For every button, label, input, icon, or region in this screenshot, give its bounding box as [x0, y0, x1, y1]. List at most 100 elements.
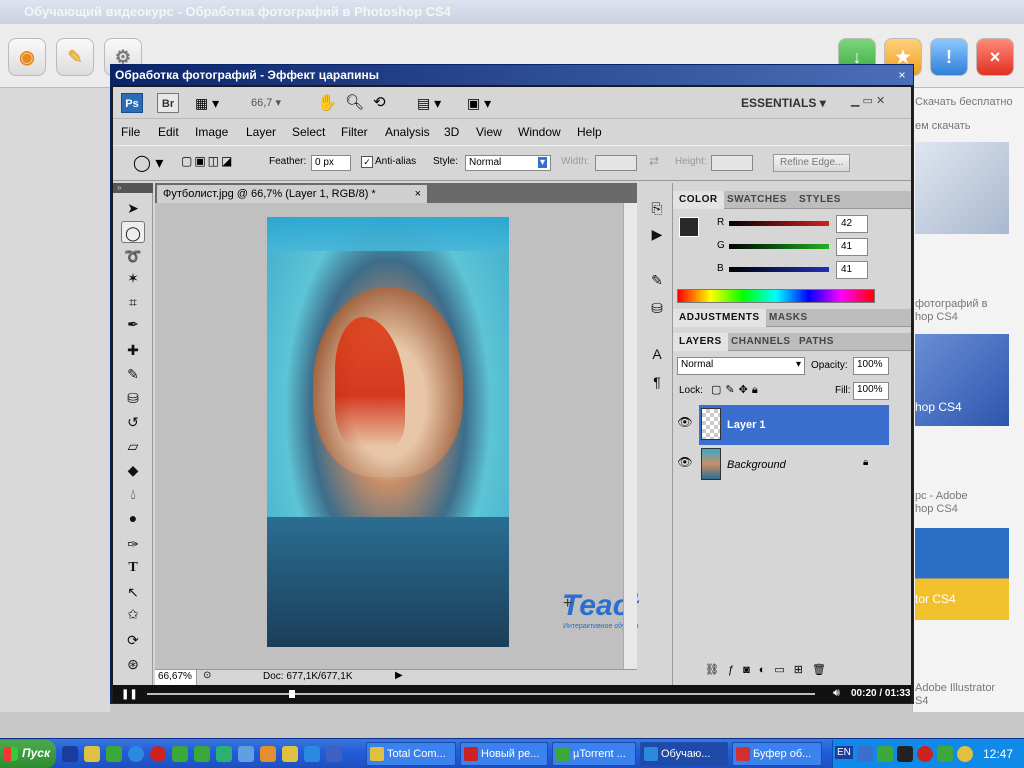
blur-tool-icon[interactable]: 💧︎	[121, 483, 145, 505]
volume-icon[interactable]: 🔊︎	[833, 687, 840, 700]
document-canvas[interactable]: TeachVideo Интерактивное обучающее телев…	[155, 203, 728, 669]
quicklaunch-icon[interactable]	[106, 746, 122, 762]
screen-mode-icon[interactable]: ▣ ▾	[467, 95, 491, 112]
arrange-documents-icon[interactable]: ▤ ▾	[417, 95, 441, 112]
course-thumbnail[interactable]: tor CS4	[915, 528, 1009, 620]
menu-3d[interactable]: 3D	[444, 125, 459, 139]
antialias-checkbox[interactable]: ✓	[361, 156, 373, 168]
swap-icon[interactable]: ⇄	[649, 154, 659, 168]
show-desktop-icon[interactable]	[62, 746, 78, 762]
layer-row[interactable]: Layer 1	[699, 405, 889, 445]
side-text[interactable]: фотографий в	[915, 298, 987, 310]
tab-masks[interactable]: MASKS	[763, 309, 814, 327]
tab-paths[interactable]: PATHS	[793, 333, 840, 351]
pencil-icon[interactable]: ✎	[56, 38, 94, 76]
hand-icon[interactable]: ✋	[317, 93, 337, 113]
rss-icon[interactable]: ◉	[8, 38, 46, 76]
network-icon[interactable]	[857, 746, 873, 762]
channel-g-value[interactable]: 41	[836, 238, 868, 256]
selection-mode-icons[interactable]: ▢▣◫◪	[181, 154, 234, 168]
rotate-view-icon[interactable]: ⟲	[373, 93, 386, 111]
brush-tool-icon[interactable]: ✎	[121, 363, 145, 385]
quicklaunch-icon[interactable]	[84, 746, 100, 762]
slider-r[interactable]	[729, 221, 829, 226]
view-extras-icon[interactable]: ▦ ▾	[195, 95, 219, 112]
start-button[interactable]: Пуск	[0, 740, 56, 768]
lock-icons[interactable]: ▢✎✥🔒︎	[711, 383, 762, 397]
quicklaunch-icon[interactable]	[216, 746, 232, 762]
language-indicator[interactable]: EN	[835, 746, 853, 759]
taskbar-button-clipboard[interactable]: Буфер об...	[732, 742, 822, 766]
menu-analysis[interactable]: Analysis	[385, 125, 430, 139]
elliptical-marquee-icon[interactable]: ◯ ▾	[133, 153, 163, 173]
move-tool-icon[interactable]: ➤	[121, 197, 145, 219]
tab-swatches[interactable]: SWATCHES	[721, 191, 793, 209]
width-input[interactable]	[595, 155, 637, 171]
refine-edge-button[interactable]: Refine Edge...	[773, 154, 851, 172]
zoom-icon[interactable]: 🔍︎	[345, 93, 364, 111]
tab-channels[interactable]: CHANNELS	[725, 333, 797, 351]
type-tool-icon[interactable]: T	[121, 557, 145, 579]
video-window-close-button[interactable]: ×	[895, 68, 909, 82]
side-text[interactable]: hop CS4	[915, 311, 958, 323]
background-visibility-icon[interactable]: 👁︎	[677, 455, 693, 471]
clone-source-panel-icon[interactable]: ⛁	[645, 297, 669, 319]
side-text[interactable]: pc - Adobe	[915, 490, 968, 502]
eraser-tool-icon[interactable]: ▱	[121, 435, 145, 457]
quicklaunch-icon[interactable]	[282, 746, 298, 762]
tab-layers[interactable]: LAYERS	[673, 333, 728, 351]
side-text[interactable]: ем скачать	[915, 120, 971, 132]
opera-icon[interactable]	[150, 746, 166, 762]
slider-b[interactable]	[729, 267, 829, 272]
menu-select[interactable]: Select	[292, 125, 325, 139]
path-selection-tool-icon[interactable]: ↖	[121, 581, 145, 603]
tray-icon[interactable]	[917, 746, 933, 762]
side-text[interactable]: S4	[915, 695, 928, 707]
layer-actions-bar[interactable]: ⛓ƒ◙◐▭⊞🗑︎	[699, 663, 911, 683]
side-text[interactable]: Adobe Illustrator	[915, 682, 995, 694]
healing-brush-tool-icon[interactable]: ✚	[121, 339, 145, 361]
fill-input[interactable]: 100%	[853, 382, 889, 400]
blend-mode-select[interactable]: Normal ▾	[677, 357, 805, 375]
canvas-scrollbar[interactable]	[623, 203, 637, 669]
clock[interactable]: 12:47	[983, 747, 1013, 761]
menu-filter[interactable]: Filter	[341, 125, 368, 139]
taskbar-button-total-commander[interactable]: Total Com...	[366, 742, 456, 766]
browser-icon[interactable]	[128, 746, 144, 762]
menu-edit[interactable]: Edit	[158, 125, 179, 139]
feather-input[interactable]: 0 px	[311, 155, 351, 171]
quicklaunch-icon[interactable]	[194, 746, 210, 762]
color-ramp[interactable]	[677, 289, 875, 303]
save-icon[interactable]	[326, 746, 342, 762]
collapse-icon[interactable]: »	[113, 183, 153, 193]
status-zoom[interactable]: 66,67%	[155, 670, 197, 685]
paint-bucket-tool-icon[interactable]: ◆	[121, 459, 145, 481]
workspace-switcher[interactable]: ESSENTIALS ▾	[741, 96, 826, 110]
course-thumbnail[interactable]: hop CS4	[915, 334, 1009, 426]
pen-tool-icon[interactable]: ✑	[121, 533, 145, 555]
history-brush-tool-icon[interactable]: ↺	[121, 411, 145, 433]
paragraph-panel-icon[interactable]: ¶	[645, 371, 669, 393]
lasso-tool-icon[interactable]: ➰	[121, 245, 145, 267]
info-icon[interactable]: !	[930, 38, 968, 76]
side-text[interactable]: Скачать бесплатно	[915, 96, 1013, 108]
quicklaunch-icon[interactable]	[304, 746, 320, 762]
menu-image[interactable]: Image	[195, 125, 228, 139]
eyedropper-tool-icon[interactable]: ✒	[121, 313, 145, 335]
close-tab-icon[interactable]: ×	[415, 188, 421, 200]
tab-adjustments[interactable]: ADJUSTMENTS	[673, 309, 766, 327]
seek-handle[interactable]	[289, 690, 295, 698]
magic-wand-tool-icon[interactable]: ✶	[121, 267, 145, 289]
height-input[interactable]	[711, 155, 753, 171]
close-icon[interactable]: ×	[976, 38, 1014, 76]
crop-tool-icon[interactable]: ⌗	[121, 291, 145, 313]
actions-panel-icon[interactable]: ▶	[645, 223, 669, 245]
foreground-color-swatch[interactable]	[679, 217, 699, 237]
history-panel-icon[interactable]: ⎘	[645, 197, 669, 219]
bridge-icon[interactable]: Br	[157, 93, 179, 113]
taskbar-button-opera[interactable]: Новый ре...	[460, 742, 548, 766]
brushes-panel-icon[interactable]: ✎	[645, 269, 669, 291]
taskbar-button-utorrent[interactable]: µTorrent ...	[552, 742, 636, 766]
zoom-level[interactable]: 66,7 ▾	[251, 96, 281, 109]
layer1-visibility-icon[interactable]: 👁︎	[677, 415, 693, 431]
